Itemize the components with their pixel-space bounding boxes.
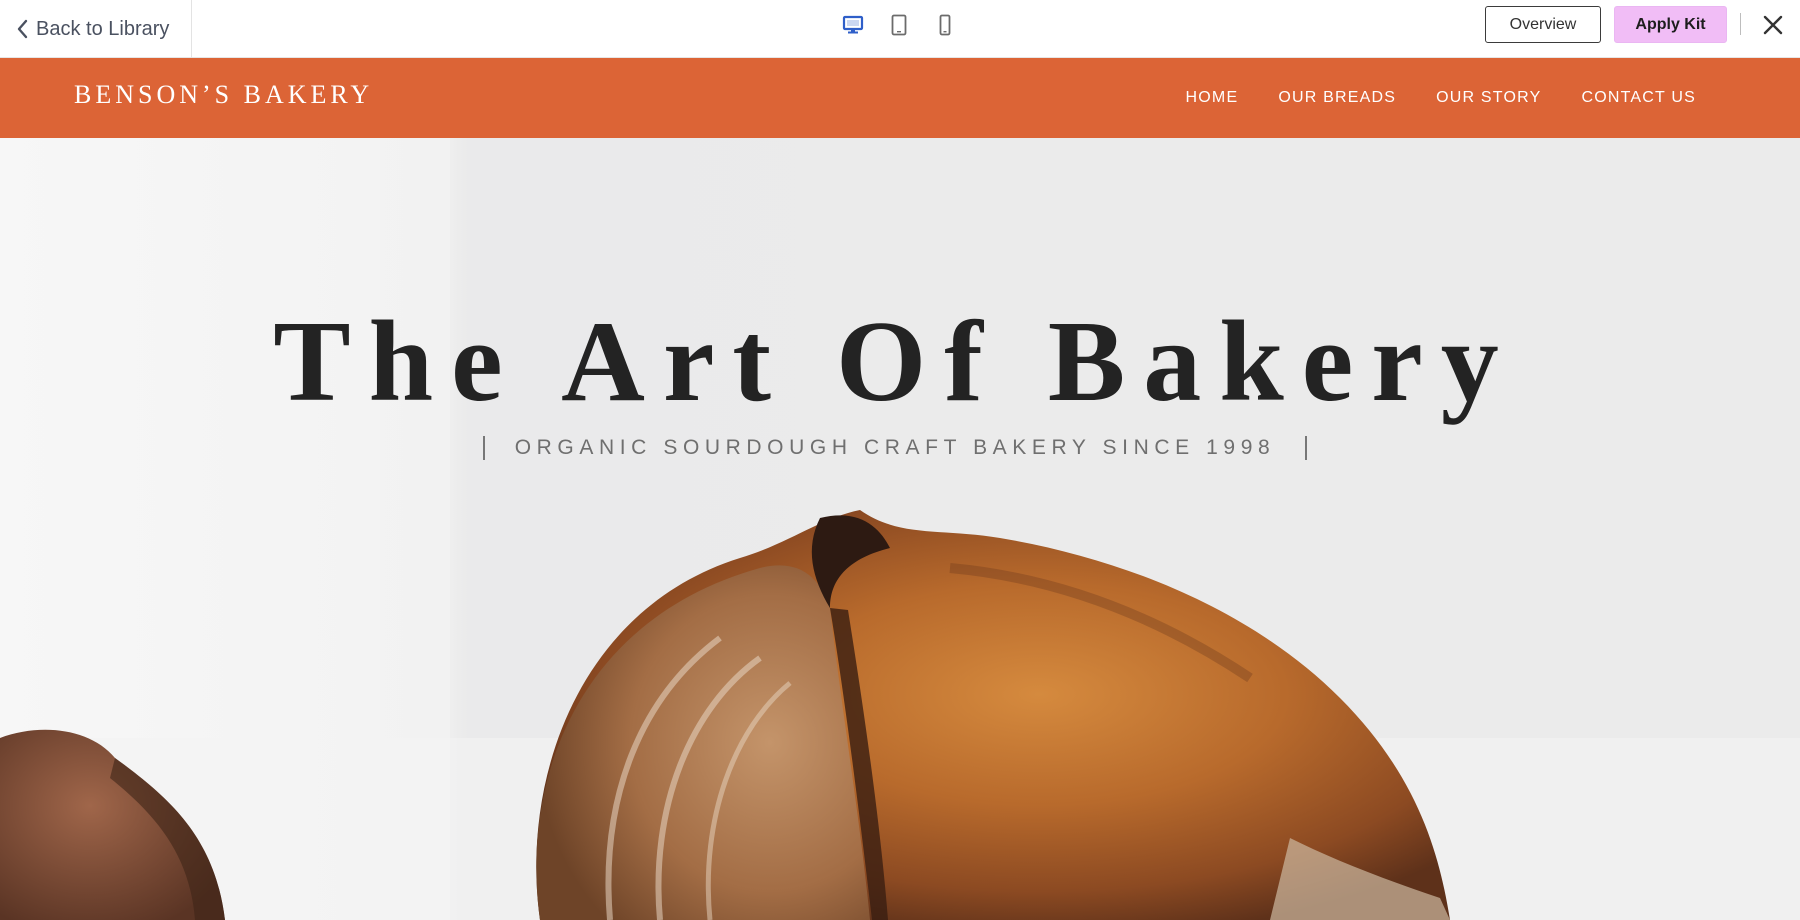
desktop-view-button[interactable] (836, 12, 870, 38)
nav-item-our-story[interactable]: OUR STORY (1436, 89, 1541, 107)
mobile-icon (939, 14, 951, 36)
close-icon (1763, 15, 1783, 35)
hero-subtitle: ORGANIC SOURDOUGH CRAFT BAKERY SINCE 199… (514, 436, 1276, 459)
tablet-icon (891, 14, 907, 36)
toolbar-divider (1740, 13, 1741, 35)
site-header: BENSON’S BAKERY HOME OUR BREADS OUR STOR… (0, 58, 1800, 138)
back-to-library-button[interactable]: Back to Library (0, 0, 192, 58)
apply-kit-button[interactable]: Apply Kit (1614, 6, 1727, 43)
editor-toolbar: Back to Library Overview Apply Kit (0, 0, 1800, 58)
hero-bread-image (0, 138, 1800, 920)
nav-item-our-breads[interactable]: OUR BREADS (1278, 89, 1396, 107)
main-nav: HOME OUR BREADS OUR STORY CONTACT US (1186, 58, 1696, 138)
nav-item-home[interactable]: HOME (1186, 89, 1239, 107)
overview-button[interactable]: Overview (1485, 6, 1601, 43)
nav-item-contact-us[interactable]: CONTACT US (1581, 89, 1696, 107)
chevron-left-icon (17, 19, 28, 39)
close-button[interactable] (1760, 12, 1786, 38)
device-switcher (836, 12, 962, 38)
site-logo[interactable]: BENSON’S BAKERY (74, 80, 373, 110)
tablet-view-button[interactable] (882, 12, 916, 38)
hero-subtitle-row: ORGANIC SOURDOUGH CRAFT BAKERY SINCE 199… (0, 436, 1790, 460)
hero-section: The Art Of Bakery ORGANIC SOURDOUGH CRAF… (0, 138, 1800, 920)
back-to-library-label: Back to Library (36, 17, 170, 40)
subtitle-divider-right (1305, 436, 1308, 460)
desktop-icon (842, 15, 864, 34)
mobile-view-button[interactable] (928, 12, 962, 38)
hero-title: The Art Of Bakery (273, 298, 1517, 426)
subtitle-divider-left (482, 436, 485, 460)
